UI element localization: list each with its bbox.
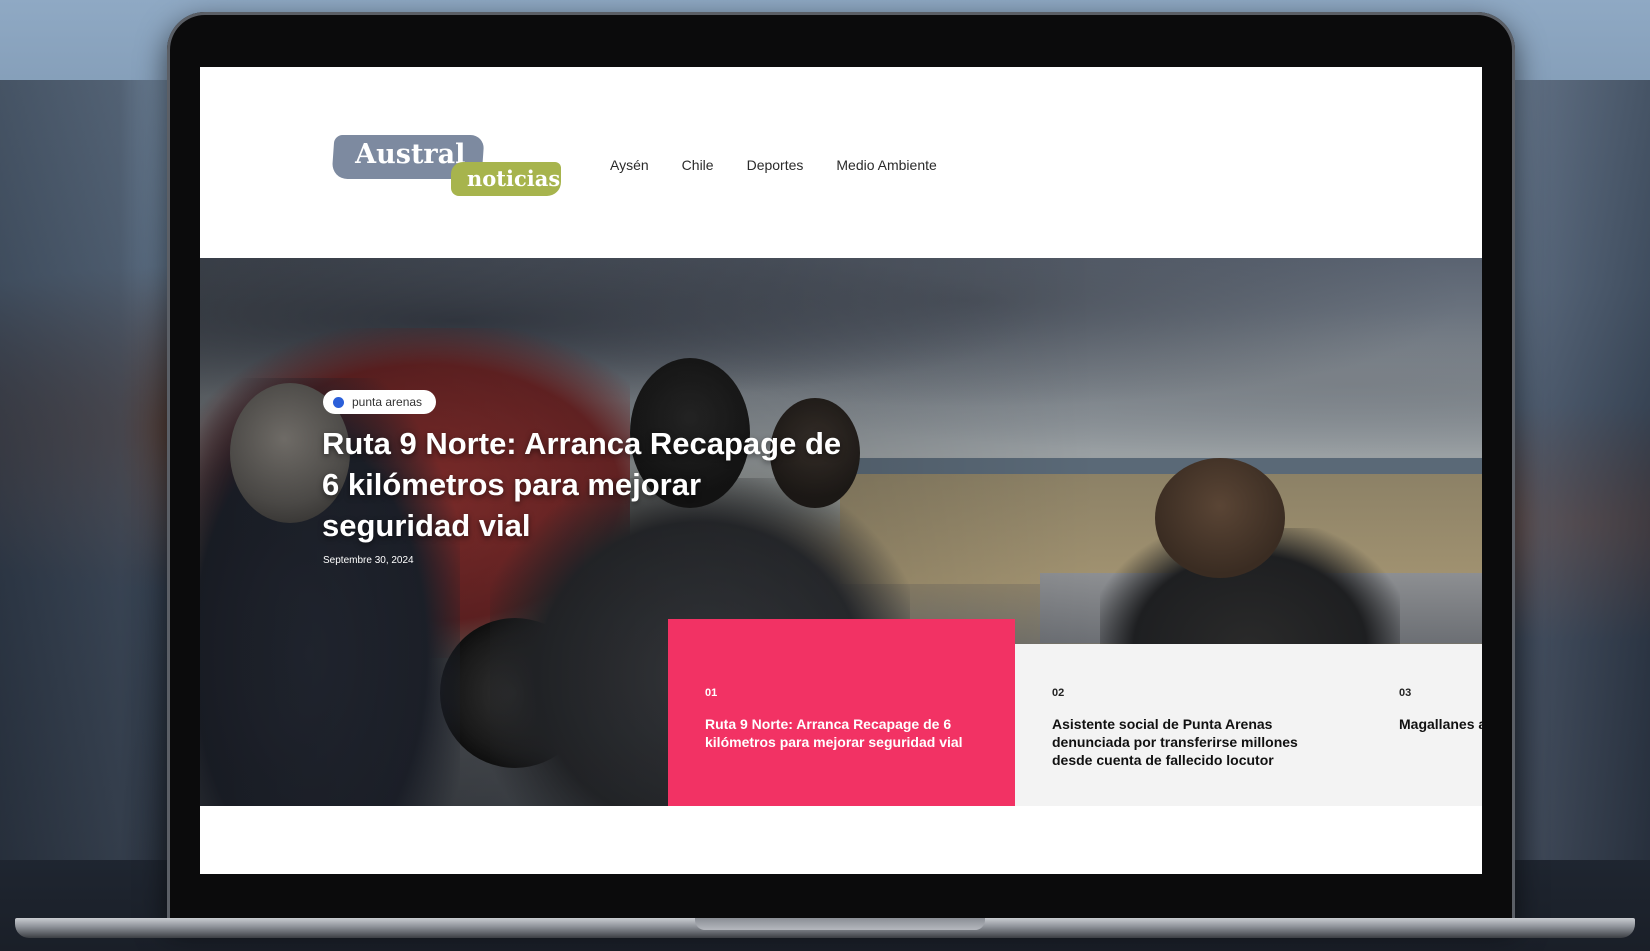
page-content-below <box>200 806 1482 874</box>
logo-word-austral: Austral <box>355 139 466 170</box>
top-stories-row: 01 Ruta 9 Norte: Arranca Recapage de 6 k… <box>200 619 1482 806</box>
nav-item-deportes[interactable]: Deportes <box>747 157 804 173</box>
story-number: 02 <box>1052 687 1065 699</box>
hero-headline[interactable]: Ruta 9 Norte: Arranca Recapage de 6 kiló… <box>322 423 842 546</box>
hero-section[interactable]: punta arenas Ruta 9 Norte: Arranca Recap… <box>200 258 1482 806</box>
story-title[interactable]: Asistente social de Punta Arenas denunci… <box>1052 715 1327 769</box>
category-tag[interactable]: punta arenas <box>323 390 437 414</box>
nav-item-medio-ambiente[interactable]: Medio Ambiente <box>836 157 936 173</box>
hero-date: Septembre 30, 2024 <box>323 555 414 566</box>
logo-word-noticias: noticias <box>467 166 561 191</box>
story-card-2[interactable]: 02 Asistente social de Punta Arenas denu… <box>1015 644 1362 806</box>
laptop-notch <box>695 918 985 930</box>
story-number: 01 <box>705 687 718 699</box>
story-card-1[interactable]: 01 Ruta 9 Norte: Arranca Recapage de 6 k… <box>668 619 1015 806</box>
nav-item-chile[interactable]: Chile <box>682 157 714 173</box>
nav-item-aysen[interactable]: Aysén <box>610 157 649 173</box>
dot-icon <box>333 396 344 408</box>
story-title[interactable]: Ruta 9 Norte: Arranca Recapage de 6 kiló… <box>705 715 980 751</box>
story-card-3[interactable]: 03 Magallanes anular con l gratuitos <box>1362 644 1482 806</box>
logo-noticias-badge: noticias <box>451 162 561 196</box>
category-tag-label: punta arenas <box>352 395 423 409</box>
website-screen: Austral noticias Aysén Chile Deportes Me… <box>200 67 1482 874</box>
main-nav: Aysén Chile Deportes Medio Ambiente <box>610 157 937 173</box>
story-title[interactable]: Magallanes anular con l gratuitos <box>1399 715 1482 733</box>
site-logo[interactable]: Austral noticias <box>331 135 561 199</box>
story-number: 03 <box>1399 687 1412 699</box>
